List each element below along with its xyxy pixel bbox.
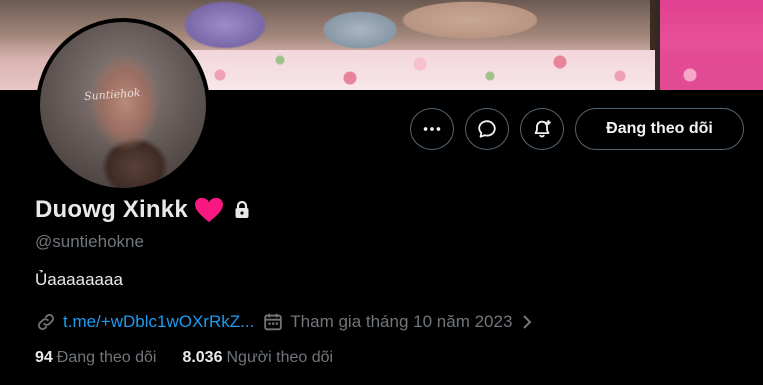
banner-floral-pattern (150, 50, 655, 90)
join-date-text: Tham gia tháng 10 năm 2023 (290, 312, 513, 331)
following-count: 94 (35, 349, 53, 366)
notification-bell-plus-icon (534, 120, 551, 138)
calendar-icon (264, 313, 283, 331)
profile-handle: @suntiehokne (35, 232, 144, 251)
profile-link[interactable]: t.me/+wDblc1wOXrRkZ... (63, 312, 254, 332)
following-count-link[interactable]: 94 Đang theo dõi (35, 349, 156, 367)
heart-icon (194, 197, 223, 223)
followers-count: 8.036 (182, 349, 223, 366)
following-label: Đang theo dõi (56, 349, 157, 366)
profile-stats: 94 Đang theo dõi 8.036 Người theo dõi (35, 349, 359, 367)
message-button[interactable] (465, 108, 509, 150)
link-icon (38, 314, 54, 330)
more-button[interactable] (410, 108, 454, 150)
following-button[interactable]: Đang theo dõi (575, 108, 744, 150)
notify-button[interactable] (520, 108, 564, 150)
name-row: Duowg Xinkk (35, 196, 252, 224)
followers-label: Người theo dõi (226, 349, 334, 366)
message-icon (478, 120, 496, 138)
display-name: Duowg Xinkk (35, 196, 188, 223)
more-horizontal-icon (423, 127, 441, 131)
banner-wall (660, 0, 763, 90)
chevron-right-icon (523, 315, 532, 329)
profile-avatar[interactable]: Suntiehok (36, 18, 210, 192)
join-date[interactable]: Tham gia tháng 10 năm 2023 (262, 311, 534, 333)
profile-meta: t.me/+wDblc1wOXrRkZ... Tham gia tháng 10… (35, 311, 534, 333)
followers-count-link[interactable]: 8.036 Người theo dõi (182, 349, 333, 367)
profile-bio: Ủaaaaaaaa (35, 270, 123, 289)
avatar-signature: Suntiehok (83, 86, 141, 103)
lock-icon (235, 200, 249, 218)
